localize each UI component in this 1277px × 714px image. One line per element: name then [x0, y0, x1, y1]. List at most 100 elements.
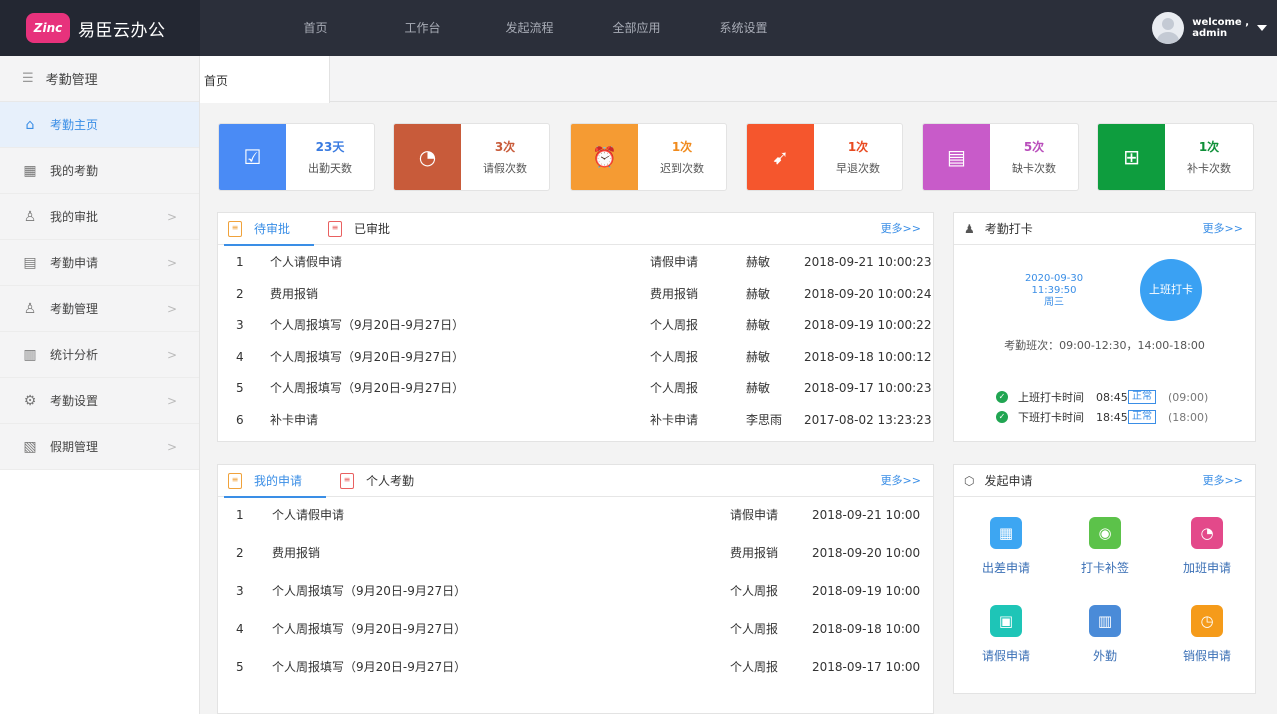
row-type: 个人周报 [650, 318, 699, 332]
sidebar-item-home[interactable]: ⌂ 考勤主页 [0, 102, 199, 148]
row-title: 个人请假申请 [270, 255, 343, 269]
row-time: 2018-09-17 10:00 [812, 660, 921, 674]
tab-my-requests[interactable]: ≡ 我的申请 [223, 465, 327, 498]
more-link[interactable]: 更多>> [1203, 213, 1243, 245]
nav-all-apps[interactable]: 全部应用 [583, 0, 690, 56]
requests-panel: ≡ 我的申请 ≡ 个人考勤 更多>> 1 个人请假申请 请假申请 2018-09-21… [217, 464, 934, 714]
app-sign[interactable]: ◉ 打卡补签 [1057, 517, 1153, 576]
app-overtime[interactable]: ◔ 加班申请 [1159, 517, 1255, 576]
sidebar-item-statistics[interactable]: ▥ 统计分析 > [0, 332, 199, 378]
user-menu[interactable]: welcome , admin [1152, 0, 1277, 56]
nav-home[interactable]: 首页 [262, 0, 369, 56]
nav-workbench[interactable]: 工作台 [369, 0, 476, 56]
sidebar-item-label: 我的审批 [50, 210, 99, 224]
sidebar-item-attendance-manage[interactable]: ♙ 考勤管理 > [0, 286, 199, 332]
record-label: 下班打卡时间 [1018, 411, 1084, 424]
table-row[interactable]: 1 个人请假申请 请假申请 2018-09-21 10:00 [218, 499, 933, 537]
table-row[interactable]: 5 个人周报填写（9月20日-9月27日） 个人周报 2018-09-17 10:00 [218, 651, 933, 689]
row-time: 2018-09-21 10:00:23 [804, 255, 932, 269]
sidebar-item-attendance-apply[interactable]: ▤ 考勤申请 > [0, 240, 199, 286]
tab-approved[interactable]: ≡ 已审批 [328, 213, 390, 245]
row-number: 1 [236, 255, 244, 269]
sidebar-item-settings[interactable]: ⚙ 考勤设置 > [0, 378, 199, 424]
app-field[interactable]: ▥ 外勤 [1057, 605, 1153, 664]
tab-label: 我的申请 [254, 474, 303, 488]
stat-card-leave-count[interactable]: ◔ 3次 请假次数 [393, 123, 550, 191]
chevron-down-icon[interactable] [1257, 25, 1267, 31]
nav-settings[interactable]: 系统设置 [690, 0, 797, 56]
table-row[interactable]: 4 个人周报填写（9月20日-9月27日） 个人周报 赫敏 2018-09-18 10:… [218, 342, 933, 374]
table-row[interactable]: 2 费用报销 费用报销 2018-09-20 10:00 [218, 537, 933, 575]
sidebar-item-label: 统计分析 [50, 348, 99, 362]
app-travel[interactable]: ▦ 出差申请 [958, 517, 1054, 576]
sidebar-title-label: 考勤管理 [45, 73, 98, 88]
tab-bar: 首页 [200, 56, 1277, 103]
more-link[interactable]: 更多>> [881, 213, 921, 245]
gear-icon: ⚙ [23, 392, 37, 409]
avatar[interactable] [1152, 12, 1185, 44]
sidebar-item-holidays[interactable]: ▧ 假期管理 > [0, 424, 199, 470]
row-type: 请假申请 [730, 508, 779, 522]
stat-card-missing-card-count[interactable]: ▤ 5次 缺卡次数 [922, 123, 1079, 191]
punch-date: 2020-09-30 [1024, 273, 1084, 284]
brand-name: 易臣云办公 [78, 20, 166, 41]
app-leave[interactable]: ▣ 请假申请 [958, 605, 1054, 664]
row-number: 4 [236, 622, 244, 636]
table-row[interactable]: 3 个人周报填写（9月20日-9月27日） 个人周报 2018-09-19 10:00 [218, 575, 933, 613]
tab-personal-attendance[interactable]: ≡ 个人考勤 [340, 465, 414, 497]
punch-title: 考勤打卡 [984, 222, 1033, 236]
sign-icon: ◉ [1089, 517, 1121, 549]
row-type: 个人周报 [730, 584, 779, 598]
table-row[interactable]: 5 个人周报填写（9月20日-9月27日） 个人周报 赫敏 2018-09-17 10:… [218, 373, 933, 405]
stat-card-makeup-card-count[interactable]: ⊞ 1次 补卡次数 [1097, 123, 1254, 191]
sidebar-item-my-approval[interactable]: ♙ 我的审批 > [0, 194, 199, 240]
row-title: 费用报销 [272, 546, 321, 560]
tab-home[interactable]: 首页 [200, 56, 330, 103]
field-icon: ▥ [1089, 605, 1121, 637]
punch-time: 11:39:50 [1031, 285, 1077, 296]
more-link[interactable]: 更多>> [881, 465, 921, 497]
row-title: 个人周报填写（9月20日-9月27日） [272, 660, 467, 674]
table-row[interactable]: 3 个人周报填写（9月20日-9月27日） 个人周报 赫敏 2018-09-19 10:… [218, 310, 933, 342]
tab-pending-approval[interactable]: ≡ 待审批 [223, 213, 315, 246]
stat-value: 1次 [1198, 140, 1220, 154]
chevron-right-icon: > [166, 209, 177, 224]
row-number: 5 [236, 660, 244, 674]
app-cancel-leave[interactable]: ◷ 销假申请 [1159, 605, 1255, 664]
stat-card-late-count[interactable]: ⏰ 1次 迟到次数 [570, 123, 727, 191]
table-row[interactable]: 4 个人周报填写（9月20日-9月27日） 个人周报 2018-09-18 10:00 [218, 613, 933, 651]
more-link[interactable]: 更多>> [1203, 465, 1243, 497]
card-icon: ▤ [923, 124, 990, 190]
clock-in-button[interactable]: 上班打卡 [1140, 259, 1202, 321]
stat-label: 请假次数 [483, 162, 527, 175]
user-icon: ♟ [964, 221, 975, 236]
user-name: admin [1192, 28, 1228, 39]
sidebar-item-label: 假期管理 [50, 440, 99, 454]
row-title: 个人周报填写（9月20日-9月27日） [270, 381, 465, 395]
row-title: 个人周报填写（9月20日-9月27日） [270, 318, 465, 332]
punch-weekday: 周三 [1044, 297, 1064, 308]
clock-in-record: ✓ 上班打卡时间 08:45 正常 (09:00) [996, 389, 1208, 405]
sidebar-item-my-attendance[interactable]: ▦ 我的考勤 [0, 148, 199, 194]
stat-card-early-leave-count[interactable]: ➹ 1次 早退次数 [746, 123, 903, 191]
shift-info: 考勤班次：09:00-12:30，14:00-18:00 [1004, 339, 1205, 352]
request-list: 1 个人请假申请 请假申请 2018-09-21 10:00 2 费用报销 费用报销 2018… [218, 497, 933, 689]
row-person: 赫敏 [746, 286, 771, 301]
row-type: 补卡申请 [650, 412, 699, 427]
row-time: 2018-09-20 10:00:24 [804, 286, 932, 301]
table-row[interactable]: 2 费用报销 费用报销 赫敏 2018-09-20 10:00:24 [218, 279, 933, 311]
punch-datetime: 2020-09-30 11:39:50 周三 [1014, 273, 1094, 309]
request-doc-icon: ≡ [228, 472, 242, 489]
stat-card-attendance-days[interactable]: ☑ 23天 出勤天数 [218, 123, 375, 191]
sidebar-item-label: 考勤管理 [50, 302, 99, 316]
stat-value: 23天 [315, 140, 345, 154]
table-row[interactable]: 1 个人请假申请 请假申请 赫敏 2018-09-21 10:00:23 [218, 247, 933, 279]
approval-list: 1 个人请假申请 请假申请 赫敏 2018-09-21 10:00:23 2 费用报销 费用报… [218, 245, 933, 436]
nav-start-process[interactable]: 发起流程 [476, 0, 583, 56]
row-number: 3 [236, 584, 244, 598]
row-title: 个人周报填写（9月20日-9月27日） [272, 622, 467, 636]
record-plan: (09:00) [1168, 390, 1209, 404]
row-number: 6 [236, 412, 244, 427]
table-row[interactable]: 6 补卡申请 补卡申请 李思雨 2017-08-02 13:23:23 [218, 405, 933, 437]
brand[interactable]: Zinc 易臣云办公 [0, 0, 200, 56]
